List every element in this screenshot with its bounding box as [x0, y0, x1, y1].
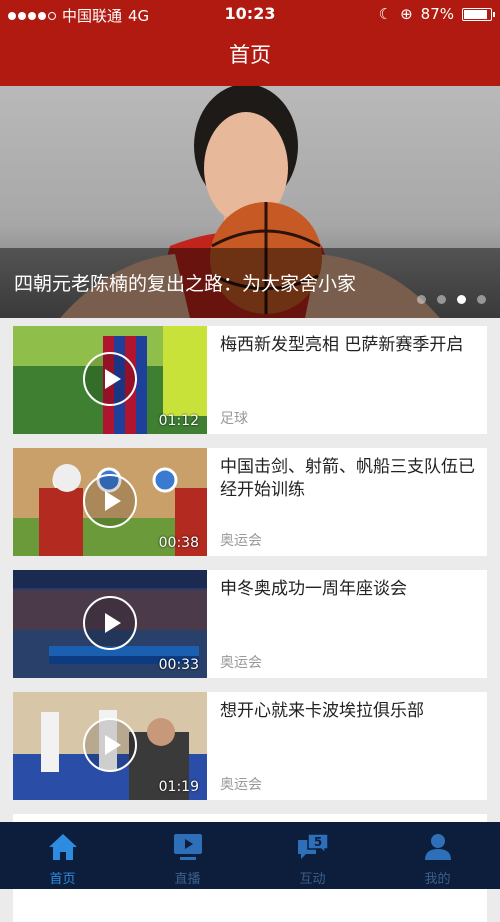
live-tv-icon — [173, 834, 202, 860]
video-item[interactable]: 01:12 梅西新发型亮相 巴萨新赛季开启 足球 — [13, 326, 487, 434]
pager-dot[interactable] — [417, 295, 426, 304]
play-icon[interactable] — [83, 352, 137, 406]
play-icon[interactable] — [83, 718, 137, 772]
video-thumbnail[interactable]: 01:12 — [13, 326, 207, 434]
video-category: 奥运会 — [220, 655, 262, 671]
video-item[interactable]: 00:38 中国击剑、射箭、帆船三支队伍已经开始训练 奥运会 — [13, 448, 487, 556]
status-right: ☾ ⊕ 87% — [378, 5, 495, 23]
rotation-lock-icon: ⊕ — [400, 5, 413, 23]
page-title: 首页 — [229, 43, 271, 67]
video-duration: 01:19 — [158, 779, 199, 795]
video-category: 奥运会 — [220, 777, 262, 793]
play-icon[interactable] — [83, 596, 137, 650]
video-title[interactable]: 申冬奥成功一周年座谈会 — [220, 578, 478, 601]
home-icon — [48, 834, 77, 860]
video-item[interactable]: 01:19 想开心就来卡波埃拉俱乐部 奥运会 — [13, 692, 487, 800]
tab-label: 我的 — [424, 872, 451, 887]
tab-live[interactable]: 直播 — [125, 822, 250, 889]
video-title[interactable]: 想开心就来卡波埃拉俱乐部 — [220, 700, 478, 723]
play-icon[interactable] — [83, 474, 137, 528]
video-category: 足球 — [220, 411, 248, 427]
video-item[interactable]: 00:33 申冬奥成功一周年座谈会 奥运会 — [13, 570, 487, 678]
video-title[interactable]: 梅西新发型亮相 巴萨新赛季开启 — [220, 334, 478, 357]
status-bar: 中国联通 4G 10:23 ☾ ⊕ 87% — [0, 0, 500, 28]
tab-label: 互动 — [299, 872, 326, 887]
battery-percent: 87% — [420, 5, 454, 23]
tab-bar: 首页 直播 5 互动 我的 — [0, 822, 500, 889]
video-category: 奥运会 — [220, 533, 262, 549]
chat-bubbles-icon: 5 — [297, 833, 329, 859]
tab-label: 直播 — [174, 872, 201, 887]
tab-home[interactable]: 首页 — [0, 822, 125, 889]
video-duration: 00:38 — [158, 535, 199, 551]
banner-carousel[interactable]: 四朝元老陈楠的复出之路：为大家舍小家 — [0, 86, 500, 318]
tab-profile[interactable]: 我的 — [375, 822, 500, 889]
video-thumbnail[interactable]: 00:33 — [13, 570, 207, 678]
tab-label: 首页 — [49, 872, 76, 887]
video-title[interactable]: 中国击剑、射箭、帆船三支队伍已经开始训练 — [220, 456, 478, 502]
banner-caption[interactable]: 四朝元老陈楠的复出之路：为大家舍小家 — [14, 269, 356, 296]
video-thumbnail[interactable]: 01:19 — [13, 692, 207, 800]
user-icon — [424, 834, 451, 860]
video-duration: 00:33 — [158, 657, 199, 673]
interact-badge: 5 — [313, 835, 321, 849]
banner-page-indicator — [417, 295, 486, 304]
nav-bar: 首页 — [0, 28, 500, 86]
pager-dot[interactable] — [457, 295, 466, 304]
moon-icon: ☾ — [378, 5, 393, 23]
pager-dot[interactable] — [477, 295, 486, 304]
tab-interact[interactable]: 5 互动 — [250, 822, 375, 889]
video-thumbnail[interactable]: 00:38 — [13, 448, 207, 556]
pager-dot[interactable] — [437, 295, 446, 304]
video-duration: 01:12 — [158, 413, 199, 429]
battery-icon — [462, 7, 495, 21]
